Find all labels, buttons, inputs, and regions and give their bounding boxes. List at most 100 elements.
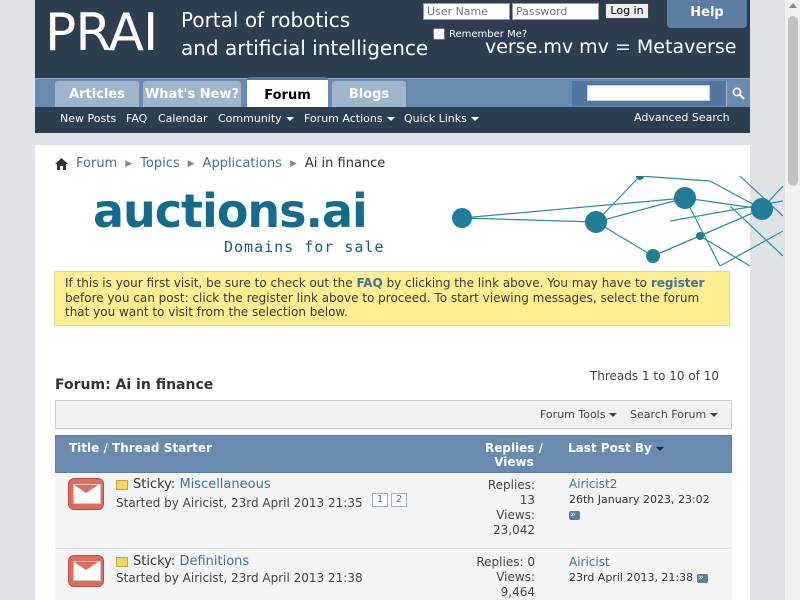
thread-title-link[interactable]: Definitions bbox=[179, 554, 249, 569]
thread-stats: Replies: 13 Views: 23,042 bbox=[463, 478, 535, 538]
last-post-user[interactable]: Airicist2 bbox=[569, 477, 617, 491]
tab-whats-new[interactable]: What's New? bbox=[143, 81, 241, 108]
breadcrumb-topics[interactable]: Topics bbox=[140, 156, 179, 171]
sort-desc-icon bbox=[655, 446, 664, 451]
column-last-post[interactable]: Last Post By bbox=[568, 441, 664, 455]
chevron-down-icon bbox=[386, 117, 395, 121]
navbar-search bbox=[572, 81, 750, 106]
username-input[interactable] bbox=[423, 3, 510, 20]
scrollbar-thumb[interactable] bbox=[788, 16, 798, 186]
tagline-line2: and artificial intelligence bbox=[181, 36, 429, 60]
breadcrumb-applications[interactable]: Applications bbox=[203, 156, 282, 171]
scroll-up-icon[interactable] bbox=[789, 3, 797, 8]
content-panel: Forum ▶ Topics ▶ Applications ▶ Ai in fi… bbox=[35, 145, 783, 600]
chevron-down-icon bbox=[285, 117, 294, 121]
forum-toolbar: Forum Tools Search Forum bbox=[55, 400, 732, 429]
tagline-line1: Portal of robotics bbox=[181, 8, 351, 32]
home-icon[interactable] bbox=[55, 157, 68, 170]
welcome-notice: If this is your first visit, be sure to … bbox=[54, 271, 730, 326]
notice-text-2: by clicking the link above. You may have… bbox=[382, 276, 651, 290]
sort-by-starter[interactable]: Thread Starter bbox=[112, 441, 212, 455]
notice-register-link[interactable]: register bbox=[651, 276, 705, 290]
subnav-forum-actions-label: Forum Actions bbox=[304, 112, 383, 125]
sticky-icon bbox=[116, 556, 128, 567]
banner-subtitle: Domains for sale bbox=[224, 238, 385, 256]
subnav-faq[interactable]: FAQ bbox=[126, 112, 147, 125]
column-title-starter: Title / Thread Starter bbox=[69, 441, 212, 455]
column-replies-views: Replies / Views bbox=[484, 441, 544, 469]
subnav-calendar[interactable]: Calendar bbox=[158, 112, 207, 125]
thread-prefix: Sticky: bbox=[133, 554, 176, 569]
breadcrumb: Forum ▶ Topics ▶ Applications ▶ Ai in fi… bbox=[55, 156, 385, 171]
help-button[interactable]: Help bbox=[667, 0, 747, 28]
replies-count: 0 bbox=[527, 555, 535, 569]
notice-text-3: before you can post: click the register … bbox=[65, 290, 700, 320]
header-separator: / bbox=[99, 441, 113, 455]
notice-faq-link[interactable]: FAQ bbox=[356, 276, 382, 290]
sub-navbar: New Posts FAQ Calendar Community Forum A… bbox=[35, 107, 750, 133]
chevron-down-icon bbox=[470, 117, 479, 121]
sort-by-title[interactable]: Title bbox=[69, 441, 99, 455]
notice-text-1: If this is your first visit, be sure to … bbox=[65, 276, 357, 290]
subnav-community-label: Community bbox=[218, 112, 282, 125]
table-row: Sticky: Definitions Started by Airicist,… bbox=[55, 550, 732, 600]
subnav-community[interactable]: Community bbox=[218, 112, 294, 125]
breadcrumb-separator-icon: ▶ bbox=[187, 158, 195, 169]
search-icon bbox=[732, 87, 745, 100]
breadcrumb-forum[interactable]: Forum bbox=[76, 156, 117, 171]
search-forum-label: Search Forum bbox=[630, 408, 707, 421]
remember-me-checkbox[interactable] bbox=[433, 28, 445, 40]
threads-count: Threads 1 to 10 of 10 bbox=[589, 369, 719, 383]
replies-label: Replies: bbox=[487, 478, 535, 492]
tab-articles[interactable]: Articles bbox=[55, 81, 139, 108]
advanced-search-link[interactable]: Advanced Search bbox=[634, 111, 730, 124]
thread-status-icon bbox=[68, 478, 104, 510]
forum-title: Forum: Ai in finance bbox=[55, 377, 214, 393]
go-to-last-post-icon[interactable] bbox=[569, 508, 580, 523]
thread-pages: 1 2 bbox=[372, 493, 407, 507]
password-input[interactable] bbox=[512, 3, 599, 20]
thread-prefix: Sticky: bbox=[133, 477, 176, 492]
sort-by-views[interactable]: Views bbox=[484, 455, 544, 469]
header-ticker: verse.mv mv = Metaverse bbox=[485, 36, 737, 58]
thread-title: Sticky: Definitions bbox=[116, 554, 249, 569]
tab-forum[interactable]: Forum bbox=[247, 77, 328, 108]
last-post-user[interactable]: Airicist bbox=[569, 555, 610, 569]
breadcrumb-separator-icon: ▶ bbox=[125, 158, 133, 169]
last-post-date: 23rd April 2013, 21:38 bbox=[569, 571, 694, 584]
threads-table-header: Title / Thread Starter Replies / Views La… bbox=[55, 435, 732, 473]
thread-starter: Started by Airicist, 23rd April 2013 21:… bbox=[116, 496, 363, 510]
login-button[interactable]: Log in bbox=[605, 3, 649, 19]
search-input[interactable] bbox=[587, 85, 710, 101]
auctions-banner[interactable]: auctions.ai Domains for sale bbox=[55, 176, 783, 266]
subnav-quick-links[interactable]: Quick Links bbox=[404, 112, 479, 125]
thread-title: Sticky: Miscellaneous bbox=[116, 477, 271, 492]
chevron-down-icon bbox=[609, 413, 618, 417]
breadcrumb-separator-icon: ▶ bbox=[289, 158, 297, 169]
sort-by-last-post: Last Post By bbox=[568, 441, 652, 455]
network-graphic bbox=[452, 176, 783, 266]
last-post: Airicist 23rd April 2013, 21:38 bbox=[569, 555, 709, 586]
tab-blogs[interactable]: Blogs bbox=[332, 81, 406, 108]
thread-stats: Replies: 0 Views: 9,464 bbox=[463, 555, 535, 600]
thread-starter: Started by Airicist, 23rd April 2013 21:… bbox=[116, 571, 363, 585]
thread-page-link[interactable]: 1 bbox=[372, 493, 388, 507]
chevron-down-icon bbox=[710, 413, 719, 417]
search-forum-menu[interactable]: Search Forum bbox=[630, 408, 719, 421]
thread-title-link[interactable]: Miscellaneous bbox=[179, 477, 270, 492]
vertical-scrollbar[interactable] bbox=[784, 0, 800, 600]
site-tagline: Portal of robotics and artificial intell… bbox=[181, 6, 428, 62]
go-to-last-post-icon[interactable] bbox=[697, 571, 709, 586]
site-logo[interactable]: PRAI bbox=[45, 4, 171, 62]
thread-page-link[interactable]: 2 bbox=[391, 493, 407, 507]
subnav-forum-actions[interactable]: Forum Actions bbox=[304, 112, 395, 125]
sort-by-replies[interactable]: Replies / bbox=[484, 441, 544, 455]
search-button[interactable] bbox=[726, 81, 750, 106]
replies-line: Replies: 0 bbox=[463, 555, 535, 570]
replies-count: 13 bbox=[519, 493, 535, 507]
subnav-new-posts[interactable]: New Posts bbox=[60, 112, 116, 125]
forum-tools-menu[interactable]: Forum Tools bbox=[540, 408, 618, 421]
views-count: 9,464 bbox=[500, 585, 535, 599]
last-post: Airicist2 26th January 2023, 23:02 bbox=[569, 477, 710, 523]
breadcrumb-current: Ai in finance bbox=[304, 156, 386, 171]
